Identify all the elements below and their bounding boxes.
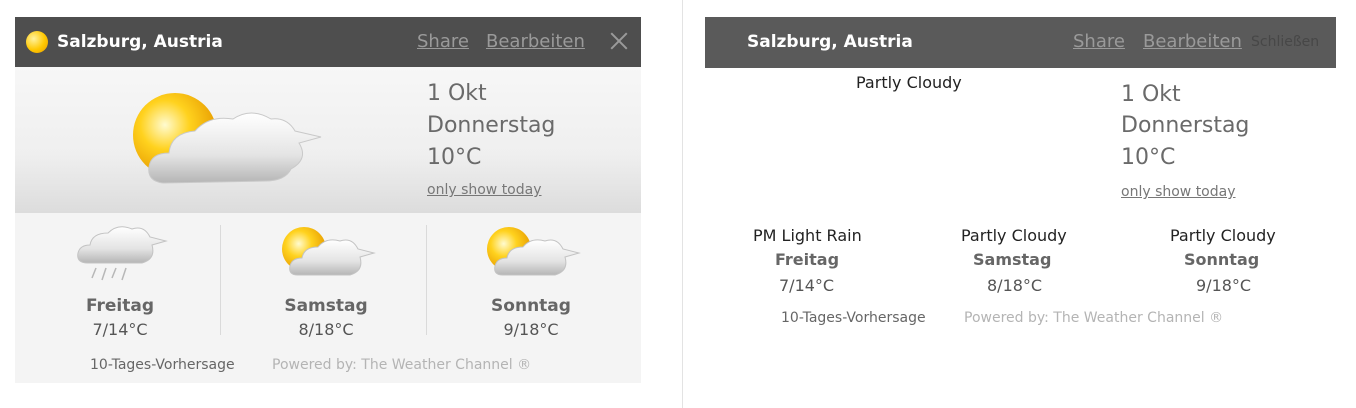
forecast-condition: Partly Cloudy <box>1170 226 1276 245</box>
column-divider <box>426 225 427 335</box>
powered-by-link[interactable]: Powered by: The Weather Channel ® <box>964 310 1223 326</box>
forecast-day-name: Samstag <box>973 250 1052 269</box>
column-divider <box>220 225 221 335</box>
today-weekday: Donnerstag <box>1121 113 1250 138</box>
edit-link[interactable]: Bearbeiten <box>486 31 585 52</box>
forecast-temperature: 9/18°C <box>503 320 559 339</box>
forecast-temperature: 7/14°C <box>779 276 835 295</box>
close-icon[interactable] <box>607 29 631 53</box>
today-condition: Partly Cloudy <box>856 73 962 92</box>
sun-icon <box>26 31 48 53</box>
share-link[interactable]: Share <box>417 31 469 52</box>
ten-day-forecast-link[interactable]: 10-Tages-Vorhersage <box>781 310 926 326</box>
edit-link[interactable]: Bearbeiten <box>1143 31 1242 52</box>
forecast-temperature: 7/14°C <box>92 320 148 339</box>
partly-cloudy-icon <box>487 227 581 276</box>
ten-day-forecast-link[interactable]: 10-Tages-Vorhersage <box>90 357 235 373</box>
today-temperature: 10°C <box>427 145 482 170</box>
forecast-temperature: 9/18°C <box>1196 276 1252 295</box>
widget-header: Salzburg, Austria Share Bearbeiten Schli… <box>705 17 1336 68</box>
location-title: Salzburg, Austria <box>747 32 913 52</box>
today-date: 1 Okt <box>1121 82 1181 107</box>
forecast-day-name: Sonntag <box>491 296 571 316</box>
partly-cloudy-icon <box>282 227 376 276</box>
forecast-condition: PM Light Rain <box>753 226 862 245</box>
powered-by-link[interactable]: Powered by: The Weather Channel ® <box>272 357 531 373</box>
today-weekday: Donnerstag <box>427 113 556 138</box>
today-panel: 1 Okt Donnerstag 10°C only show today <box>15 67 641 213</box>
forecast-day-1: Freitag 7/14°C <box>20 213 220 353</box>
only-show-today-link[interactable]: only show today <box>1121 184 1236 200</box>
light-rain-icon <box>77 226 168 281</box>
weather-widget-styled: Salzburg, Austria Share Bearbeiten 1 Okt… <box>15 17 641 383</box>
forecast-day-name: Sonntag <box>1184 250 1260 269</box>
today-date: 1 Okt <box>427 81 487 106</box>
forecast-day-name: Samstag <box>284 296 368 316</box>
location-title: Salzburg, Austria <box>57 32 223 52</box>
forecast-temperature: 8/18°C <box>298 320 354 339</box>
forecast-day-name: Freitag <box>775 250 840 269</box>
today-temperature: 10°C <box>1121 145 1176 170</box>
close-link[interactable]: Schließen <box>1251 34 1319 50</box>
forecast-condition: Partly Cloudy <box>961 226 1067 245</box>
panel-divider <box>682 0 683 408</box>
forecast-day-name: Freitag <box>85 296 155 316</box>
partly-cloudy-icon <box>133 93 322 184</box>
only-show-today-link[interactable]: only show today <box>427 182 542 198</box>
forecast-day-2: Samstag 8/18°C <box>226 213 426 353</box>
widget-header: Salzburg, Austria Share Bearbeiten <box>15 17 641 67</box>
forecast-day-3: Sonntag 9/18°C <box>431 213 631 353</box>
share-link[interactable]: Share <box>1073 31 1125 52</box>
forecast-temperature: 8/18°C <box>987 276 1043 295</box>
